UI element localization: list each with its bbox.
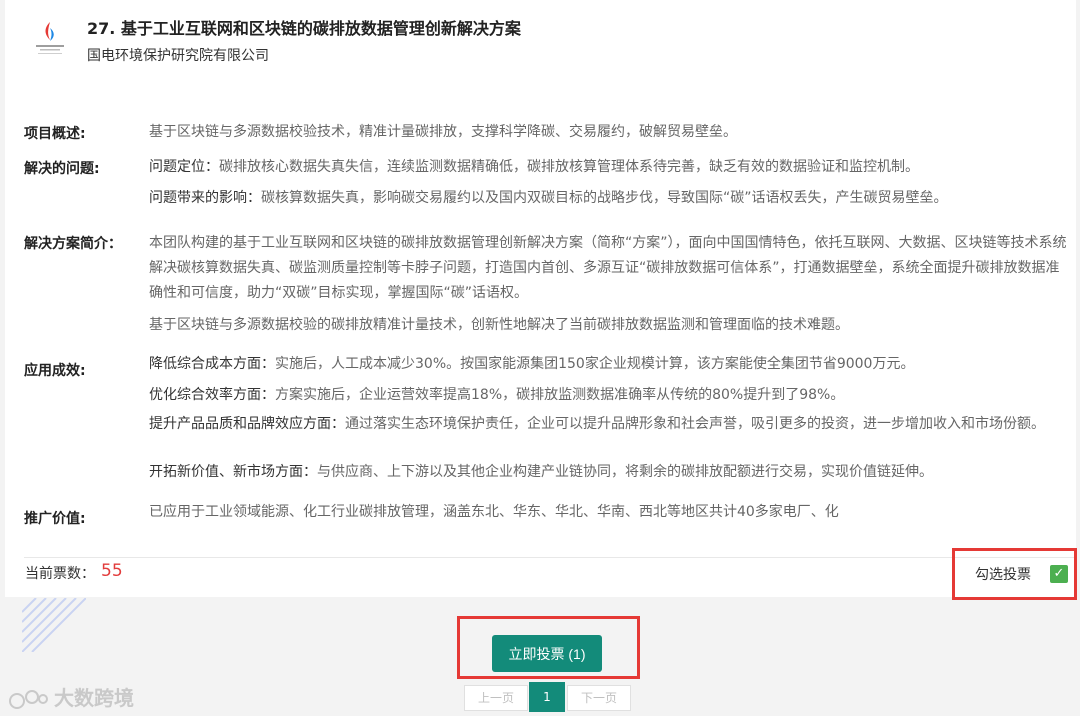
check-icon: ✓ — [1053, 566, 1065, 581]
problem-value: 碳核算数据失真，影响碳交易履约以及国内双碳目标的战略步伐，导致国际“碳”话语权丢… — [261, 190, 948, 206]
effect-value: 与供应商、上下游以及其他企业构建产业链协同，将剩余的碳排放配额进行交易，实现价值… — [317, 464, 933, 480]
overview-label: 项目概述: — [24, 126, 86, 142]
problem-value: 碳排放核心数据失真失信，连续监测数据精确低，碳排放核算管理体系待完善，缺乏有效的… — [219, 159, 919, 175]
organization-name: 国电环境保护研究院有限公司 — [87, 48, 269, 64]
effect-value: 通过落实生态环境保护责任，企业可以提升品牌形象和社会声誉，吸引更多的投资，进一步… — [345, 416, 1045, 432]
effects-label: 应用成效: — [24, 363, 86, 379]
votes-count: 55 — [101, 561, 123, 581]
effect-value: 方案实施后，企业运营效率提高18%，碳排放监测数据准确率从传统的80%提升到了9… — [275, 387, 845, 403]
problem-key: 问题带来的影响： — [149, 190, 261, 206]
pagination-prev[interactable]: 上一页 — [464, 685, 528, 711]
effect-item: 开拓新价值、新市场方面：与供应商、上下游以及其他企业构建产业链协同，将剩余的碳排… — [149, 461, 1069, 484]
effect-key: 降低综合成本方面： — [149, 356, 275, 372]
effect-value: 实施后，人工成本减少30%。按国家能源集团150家企业规模计算，该方案能使全集团… — [275, 356, 915, 372]
watermark-text: 大数跨境 — [54, 686, 134, 710]
solution-label: 解决方案简介： — [24, 236, 122, 252]
watermark-logo-icon — [9, 689, 48, 709]
effect-key: 提升产品品质和品牌效应方面： — [149, 416, 345, 432]
select-vote-label: 勾选投票 — [975, 567, 1031, 583]
divider — [24, 557, 1076, 558]
vote-now-button[interactable]: 立即投票 (1) — [492, 635, 602, 672]
effect-key: 优化综合效率方面： — [149, 387, 275, 403]
problems-label: 解决的问题: — [24, 161, 100, 177]
org-logo — [30, 18, 70, 62]
effect-item: 优化综合效率方面：方案实施后，企业运营效率提高18%，碳排放监测数据准确率从传统… — [149, 384, 1069, 407]
problem-key: 问题定位： — [149, 159, 219, 175]
solution-paragraph: 基于区块链与多源数据校验的碳排放精准计量技术，创新性地解决了当前碳排放数据监测和… — [149, 317, 849, 333]
project-card: 27. 基于工业互联网和区块链的碳排放数据管理创新解决方案 国电环境保护研究院有… — [5, 0, 1076, 597]
effect-item: 提升产品品质和品牌效应方面：通过落实生态环境保护责任，企业可以提升品牌形象和社会… — [149, 416, 1069, 432]
select-vote-control[interactable]: 勾选投票 ✓ — [952, 548, 1077, 600]
watermark: 大数跨境 — [8, 682, 134, 710]
problem-item: 问题定位：碳排放核心数据失真失信，连续监测数据精确低，碳排放核算管理体系待完善，… — [149, 156, 1069, 179]
pagination-next[interactable]: 下一页 — [567, 685, 631, 711]
effect-item: 降低综合成本方面：实施后，人工成本减少30%。按国家能源集团150家企业规模计算… — [149, 353, 1069, 376]
effect-key: 开拓新价值、新市场方面： — [149, 464, 317, 480]
vote-checkbox[interactable]: ✓ — [1050, 565, 1068, 583]
solution-paragraph: 本团队构建的基于工业互联网和区块链的碳排放数据管理创新解决方案（简称“方案”），… — [149, 235, 1067, 301]
pagination-current-page[interactable]: 1 — [529, 682, 565, 712]
votes-label: 当前票数： — [25, 566, 95, 582]
project-title: 27. 基于工业互联网和区块链的碳排放数据管理创新解决方案 — [87, 19, 521, 38]
promotion-label: 推广价值: — [24, 511, 86, 527]
promotion-text: 已应用于工业领域能源、化工行业碳排放管理，涵盖东北、华东、华北、华南、西北等地区… — [149, 504, 839, 520]
problem-item: 问题带来的影响：碳核算数据失真，影响碳交易履约以及国内双碳目标的战略步伐，导致国… — [149, 187, 1069, 210]
overview-text: 基于区块链与多源数据校验技术，精准计量碳排放，支撑科学降碳、交易履约，破解贸易壁… — [149, 124, 737, 140]
page: 27. 基于工业互联网和区块链的碳排放数据管理创新解决方案 国电环境保护研究院有… — [0, 0, 1080, 716]
decorative-stripes — [21, 597, 87, 653]
